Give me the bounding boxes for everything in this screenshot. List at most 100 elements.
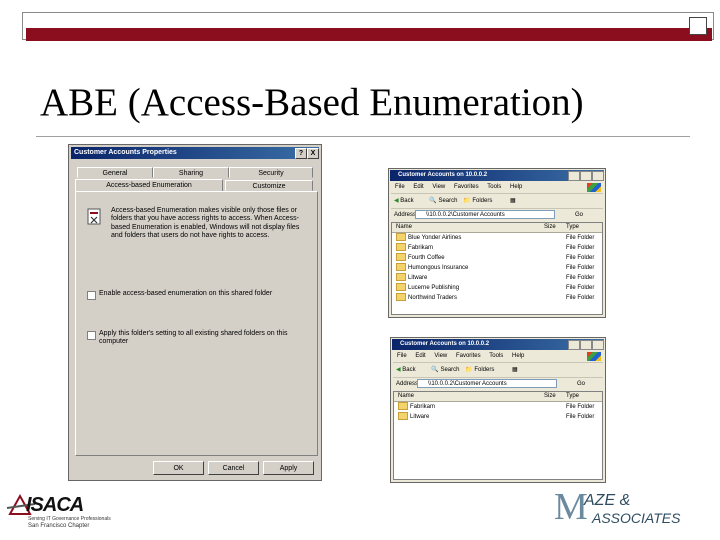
ok-button[interactable]: OK	[153, 461, 204, 475]
column-size[interactable]: Size	[544, 223, 556, 232]
menu-tools[interactable]: Tools	[487, 184, 501, 190]
folder-icon	[396, 263, 406, 272]
windows-logo-icon	[587, 183, 601, 192]
list-item[interactable]: Fabrikam File Folder	[392, 243, 602, 253]
isaca-tagline: Serving IT Governance Professionals	[28, 516, 111, 522]
list-item[interactable]: Humongous Insurance File Folder	[392, 263, 602, 273]
column-type[interactable]: Type	[566, 392, 579, 401]
back-arrow-icon[interactable]: ◀	[396, 367, 401, 373]
menu-tools[interactable]: Tools	[489, 353, 503, 359]
menu-view[interactable]: View	[432, 184, 445, 190]
list-header: Name Size Type	[392, 223, 602, 233]
menu-bar: File Edit View Favorites Tools Help	[391, 181, 603, 194]
item-type: File Folder	[566, 295, 595, 301]
list-item[interactable]: Fabrikam File Folder	[394, 402, 602, 412]
item-type: File Folder	[566, 404, 595, 410]
views-icon[interactable]: ▦	[512, 367, 518, 373]
menu-file[interactable]: File	[397, 353, 407, 359]
tab-sharing[interactable]: Sharing	[153, 167, 229, 178]
apply-all-label: Apply this folder's setting to all exist…	[99, 330, 288, 346]
properties-dialog: Customer Accounts Properties ? X General…	[68, 144, 322, 481]
isaca-wordmark: ISACA	[26, 494, 84, 516]
list-item[interactable]: Blue Yonder Airlines File Folder	[392, 233, 602, 243]
explorer-window-filtered: Customer Accounts on 10.0.0.2 File Edit …	[390, 337, 606, 483]
maze-associates-logo: M AZE & ASSOCIATES	[548, 488, 698, 528]
menu-help[interactable]: Help	[512, 353, 524, 359]
isaca-chapter: San Francisco Chapter	[28, 523, 90, 529]
item-name: Litware	[410, 414, 430, 420]
title-rule	[36, 136, 690, 137]
go-button[interactable]: Go	[577, 378, 585, 390]
column-size[interactable]: Size	[544, 392, 556, 401]
dialog-titlebar: Customer Accounts Properties ? X	[71, 147, 319, 159]
item-name: Blue Yonder Airlines	[408, 235, 462, 241]
folder-icon	[396, 283, 406, 292]
windows-logo-icon	[587, 352, 601, 361]
menu-favorites[interactable]: Favorites	[456, 353, 481, 359]
slide-title: ABE (Access-Based Enumeration)	[40, 81, 584, 124]
folders-button[interactable]: Folders	[472, 198, 492, 204]
menu-favorites[interactable]: Favorites	[454, 184, 479, 190]
item-name: Northwind Traders	[408, 295, 458, 301]
menu-edit[interactable]: Edit	[413, 184, 423, 190]
address-bar: Address \\10.0.0.2\Customer Accounts Go	[391, 209, 603, 221]
address-label: Address	[396, 381, 419, 387]
minimize-button[interactable]	[568, 171, 580, 181]
folders-button[interactable]: Folders	[474, 367, 494, 373]
list-item[interactable]: Litware File Folder	[392, 273, 602, 283]
views-icon[interactable]: ▦	[510, 198, 516, 204]
menu-edit[interactable]: Edit	[415, 353, 425, 359]
tab-security[interactable]: Security	[229, 167, 313, 178]
address-label: Address	[394, 212, 417, 218]
maximize-button[interactable]	[580, 171, 592, 181]
list-item[interactable]: Fourth Coffee File Folder	[392, 253, 602, 263]
explorer-window-full: Customer Accounts on 10.0.0.2 File Edit …	[388, 168, 606, 318]
address-input[interactable]: \\10.0.0.2\Customer Accounts	[417, 379, 557, 388]
column-name[interactable]: Name	[398, 393, 414, 399]
cancel-button[interactable]: Cancel	[208, 461, 259, 475]
column-name[interactable]: Name	[396, 224, 412, 230]
close-window-button[interactable]	[592, 340, 604, 350]
item-type: File Folder	[566, 285, 595, 291]
enable-abe-label: Enable access-based enumeration on this …	[99, 290, 273, 297]
column-type[interactable]: Type	[566, 223, 579, 232]
search-button[interactable]: Search	[440, 367, 459, 373]
tab-customize[interactable]: Customize	[225, 180, 313, 191]
explorer-title: Customer Accounts on 10.0.0.2	[398, 172, 488, 178]
search-icon: 🔍	[431, 367, 439, 373]
item-name: Lucerne Publishing	[408, 285, 460, 291]
tab-general[interactable]: General	[77, 167, 153, 178]
list-item[interactable]: Lucerne Publishing File Folder	[392, 283, 602, 293]
maze-line1: AZE &	[584, 492, 631, 509]
back-button[interactable]: Back	[402, 367, 415, 373]
description-text: Access-based Enumeration makes visible o…	[111, 207, 300, 240]
menu-file[interactable]: File	[395, 184, 405, 190]
folders-icon: 📁	[463, 198, 471, 204]
close-button[interactable]: X	[307, 148, 319, 159]
maze-initial: M	[554, 486, 588, 528]
menu-view[interactable]: View	[434, 353, 447, 359]
apply-all-checkbox[interactable]	[87, 331, 96, 340]
help-button[interactable]: ?	[295, 148, 307, 159]
back-arrow-icon[interactable]: ◀	[394, 198, 399, 204]
item-type: File Folder	[566, 414, 595, 420]
folder-icon	[396, 233, 406, 242]
back-button[interactable]: Back	[400, 198, 413, 204]
maximize-button[interactable]	[580, 340, 592, 350]
item-type: File Folder	[566, 255, 595, 261]
explorer-title: Customer Accounts on 10.0.0.2	[400, 341, 490, 347]
list-item[interactable]: Northwind Traders File Folder	[392, 293, 602, 303]
list-item[interactable]: Litware File Folder	[394, 412, 602, 422]
item-type: File Folder	[566, 265, 595, 271]
menu-help[interactable]: Help	[510, 184, 522, 190]
close-window-button[interactable]	[592, 171, 604, 181]
folder-icon	[398, 402, 408, 411]
menu-bar: File Edit View Favorites Tools Help	[393, 350, 603, 363]
search-button[interactable]: Search	[438, 198, 457, 204]
apply-button[interactable]: Apply	[263, 461, 314, 475]
address-input[interactable]: \\10.0.0.2\Customer Accounts	[415, 210, 555, 219]
enable-abe-checkbox[interactable]	[87, 291, 96, 300]
minimize-button[interactable]	[568, 340, 580, 350]
go-button[interactable]: Go	[575, 209, 583, 221]
toolbar: ◀ Back 🔍 Search 📁 Folders ▦	[393, 363, 603, 378]
